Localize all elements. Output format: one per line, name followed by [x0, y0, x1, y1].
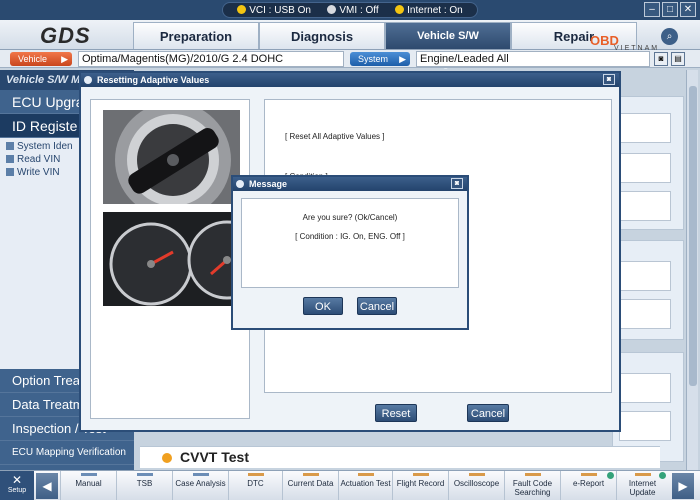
toolbar-e-report[interactable]: e-Report: [560, 471, 616, 500]
background-option-button[interactable]: [619, 113, 671, 143]
background-option-button[interactable]: [619, 153, 671, 183]
toolbar-current-data[interactable]: Current Data: [282, 471, 338, 500]
toolbar-manual[interactable]: Manual: [60, 471, 116, 500]
setup-button[interactable]: ✕ Setup: [0, 471, 34, 500]
toolbar-tsb[interactable]: TSB: [116, 471, 172, 500]
message-question: Are you sure? (Ok/Cancel): [302, 213, 398, 222]
maximize-button[interactable]: □: [662, 2, 678, 17]
camera-icon[interactable]: ◙: [654, 52, 668, 66]
toolbar-prev-arrow[interactable]: ◀: [36, 473, 58, 499]
dialog-cancel-button[interactable]: Cancel: [467, 404, 509, 422]
system-selector-button[interactable]: System ▶: [350, 52, 410, 66]
background-option-button[interactable]: [619, 373, 671, 403]
toolbar-fault-code-searching[interactable]: Fault Code Searching: [504, 471, 560, 500]
toolbar-item-icon: [580, 473, 597, 476]
background-block: [612, 240, 684, 340]
chevron-right-icon: ▶: [399, 54, 406, 64]
message-title-bar: Message ◙: [233, 177, 467, 191]
sidebar-item-ecu-mapping-verification[interactable]: ECU Mapping Verification: [0, 441, 134, 465]
vci-indicator-icon: [237, 4, 247, 14]
bullet-icon: [162, 453, 172, 463]
list-icon: [6, 155, 14, 163]
cvvt-test-title: CVVT Test: [180, 449, 249, 465]
print-icon[interactable]: ▤: [671, 52, 685, 66]
close-button[interactable]: ✕: [680, 2, 696, 17]
dialog-close-icon[interactable]: ◙: [603, 74, 615, 85]
message-close-icon[interactable]: ◙: [451, 178, 463, 189]
confirm-message-box: Message ◙ Are you sure? (Ok/Cancel) [ Co…: [231, 175, 469, 330]
main-tab-bar: GDS Preparation Diagnosis Vehicle S/W Ma…: [0, 20, 700, 69]
vehicle-selector-button[interactable]: Vehicle ▶: [10, 52, 72, 66]
internet-indicator-icon: [395, 4, 405, 14]
toolbar-item-icon: [412, 473, 429, 476]
toolbar-case-analysis[interactable]: Case Analysis: [172, 471, 228, 500]
dialog-image-panel: [90, 99, 250, 419]
background-option-button[interactable]: [619, 261, 671, 291]
instrument-cluster-image: [103, 212, 240, 306]
toolbar-item-icon: [524, 473, 541, 476]
list-icon: [6, 168, 14, 176]
main-scrollbar[interactable]: [686, 70, 698, 470]
ignition-key-image: [103, 110, 240, 204]
info-badge-icon: [607, 472, 614, 479]
message-title: Message: [249, 179, 288, 189]
message-condition: [ Condition : IG. On, ENG. Off ]: [295, 232, 405, 241]
connection-status: VCI : USB On VMI : Off Internet : On: [222, 2, 478, 18]
toolbar-item-icon: [302, 473, 319, 476]
message-icon: [236, 180, 244, 188]
vmi-status: VMI : Off: [327, 4, 379, 16]
toolbar-item-icon: [357, 473, 374, 476]
minimize-button[interactable]: –: [644, 2, 660, 17]
background-option-button[interactable]: [619, 191, 671, 221]
reset-button[interactable]: Reset: [375, 404, 417, 422]
toolbar-oscilloscope[interactable]: Oscilloscope: [448, 471, 504, 500]
background-option-button[interactable]: [619, 411, 671, 441]
toolbar-item-icon: [634, 473, 651, 476]
info-badge-icon: [659, 472, 666, 479]
wrench-icon: ✕: [11, 473, 23, 487]
dialog-instruction-line: [ Reset All Adaptive Values ]: [285, 132, 385, 141]
background-panel-right: [612, 90, 684, 470]
message-body: Are you sure? (Ok/Cancel) [ Condition : …: [241, 198, 459, 288]
scrollbar-thumb[interactable]: [689, 86, 697, 386]
tab-vehicle-sw-management[interactable]: Vehicle S/W Management: [385, 22, 511, 69]
tab-preparation[interactable]: Preparation: [133, 22, 259, 49]
dialog-title: Resetting Adaptive Values: [97, 75, 210, 85]
gds-logo: GDS: [40, 23, 91, 48]
window-controls: – □ ✕: [644, 2, 696, 17]
toolbar-internet-update[interactable]: Internet Update: [616, 471, 668, 500]
vmi-indicator-icon: [327, 4, 337, 14]
ok-button[interactable]: OK: [303, 297, 343, 315]
bottom-toolbar: ✕ Setup ◀ Manual TSB Case Analysis DTC Cu…: [0, 470, 700, 500]
toolbar-flight-record[interactable]: Flight Record: [392, 471, 448, 500]
dialog-title-bar: Resetting Adaptive Values ◙: [81, 73, 619, 87]
toolbar-next-arrow[interactable]: ▶: [672, 473, 694, 499]
toolbar-item-icon: [247, 473, 264, 476]
internet-status: Internet : On: [395, 4, 463, 16]
system-field: Engine/Leaded All: [416, 51, 650, 67]
toolbar-item-icon: [136, 473, 153, 476]
dialog-icon: [84, 76, 92, 84]
vehicle-info-bar: Vehicle ▶ Optima/Magentis(MG)/2010/G 2.4 …: [0, 50, 700, 68]
toolbar-item-icon: [192, 473, 209, 476]
toolbar-actuation-test[interactable]: Actuation Test: [338, 471, 392, 500]
tab-diagnosis[interactable]: Diagnosis: [259, 22, 385, 49]
vci-status: VCI : USB On: [237, 4, 311, 16]
background-block: [612, 96, 684, 230]
vehicle-field: Optima/Magentis(MG)/2010/G 2.4 DOHC: [78, 51, 344, 67]
search-icon[interactable]: ⌕: [661, 28, 678, 45]
toolbar-item-icon: [468, 473, 485, 476]
background-option-button[interactable]: [619, 299, 671, 329]
list-icon: [6, 142, 14, 150]
message-cancel-button[interactable]: Cancel: [357, 297, 397, 315]
cvvt-test-section[interactable]: CVVT Test: [140, 446, 660, 468]
chevron-right-icon: ▶: [61, 54, 68, 64]
toolbar-dtc[interactable]: DTC: [228, 471, 282, 500]
status-bar: VCI : USB On VMI : Off Internet : On – □…: [0, 0, 700, 20]
toolbar-item-icon: [80, 473, 97, 476]
